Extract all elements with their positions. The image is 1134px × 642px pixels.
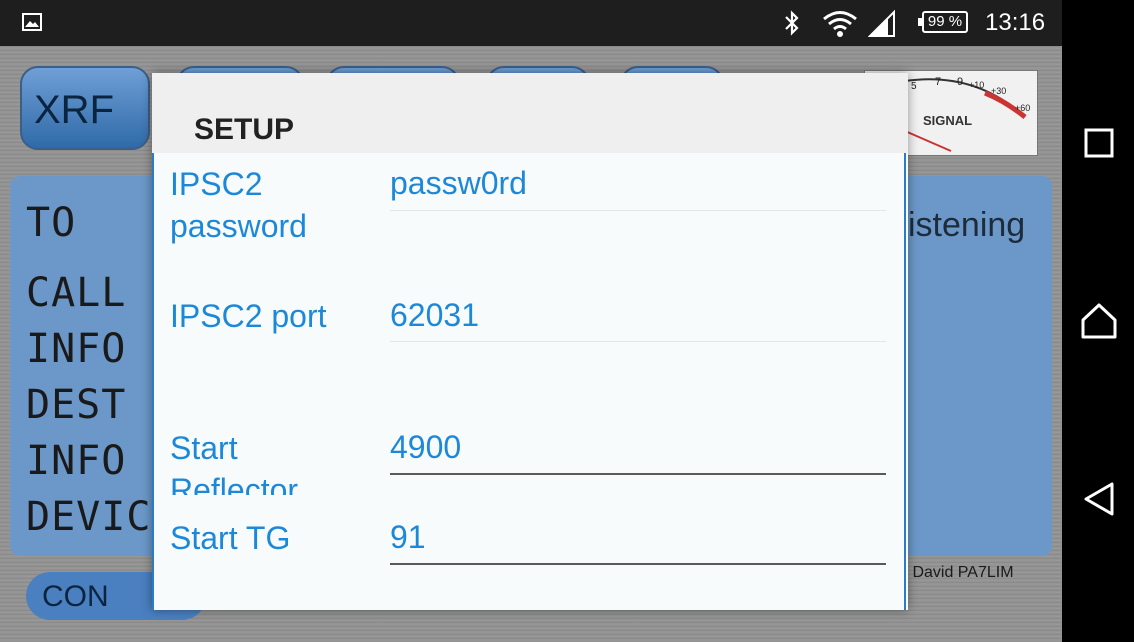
home-icon[interactable] <box>1080 302 1118 340</box>
start-tg-input[interactable]: 91 <box>390 519 426 556</box>
field-label-start-reflector: Start Reflector <box>170 430 299 495</box>
meter-label: SIGNAL <box>923 113 972 128</box>
field-label-ipsc2-port: IPSC2 port <box>170 298 327 334</box>
lcd-label-info: INFO <box>26 326 127 372</box>
credit-text: y David PA7LIM <box>900 564 1014 581</box>
clock: 13:16 <box>985 9 1046 36</box>
lcd-label-info-2: INFO <box>26 438 127 484</box>
ipsc2-password-underline <box>390 210 886 211</box>
lcd-label-call: CALL <box>26 270 127 316</box>
setup-dialog: SETUP IPSC2 password passw0rd IPSC2 port… <box>152 73 908 610</box>
meter-scale-5: +60 <box>1015 103 1030 113</box>
navigation-bar <box>1062 0 1134 642</box>
ipsc2-port-input[interactable]: 62031 <box>390 297 479 334</box>
field-label-ipsc2-password: IPSC2 password <box>170 166 307 244</box>
lcd-label-dest: DEST <box>26 382 127 428</box>
start-reflector-input[interactable]: 4900 <box>390 429 461 466</box>
connect-button-label: CON <box>42 580 109 613</box>
dialog-header: SETUP <box>152 73 908 153</box>
bluetooth-icon <box>785 10 799 36</box>
start-tg-underline <box>390 563 886 565</box>
lcd-label-to: TO <box>26 200 77 246</box>
meter-scale-3: +10 <box>969 80 984 90</box>
dialog-title: SETUP <box>194 113 295 146</box>
recents-icon[interactable] <box>1080 124 1118 162</box>
ipsc2-password-input[interactable]: passw0rd <box>390 165 527 202</box>
status-bar: 99 % 13:16 <box>0 0 1062 46</box>
meter-scale-1: 7 <box>935 76 941 88</box>
wifi-icon <box>823 11 857 37</box>
cell-signal-icon <box>868 10 895 37</box>
battery-indicator: 99 % <box>918 11 968 33</box>
xrf-button-label: XRF <box>34 88 114 132</box>
status-text: istening <box>908 206 1026 244</box>
meter-scale-2: 9 <box>957 76 963 88</box>
meter-scale-4: +30 <box>991 86 1006 96</box>
lcd-label-device: DEVIC <box>26 494 152 540</box>
field-label-start-tg: Start TG <box>170 520 291 556</box>
ipsc2-port-underline <box>390 341 886 342</box>
back-icon[interactable] <box>1080 480 1118 518</box>
meter-scale-0: 5 <box>911 81 917 92</box>
xrf-button[interactable]: XRF <box>20 66 150 150</box>
start-reflector-underline <box>390 473 886 475</box>
dialog-body[interactable]: IPSC2 password passw0rd IPSC2 port 62031… <box>152 153 906 610</box>
image-notification-icon <box>22 13 42 31</box>
